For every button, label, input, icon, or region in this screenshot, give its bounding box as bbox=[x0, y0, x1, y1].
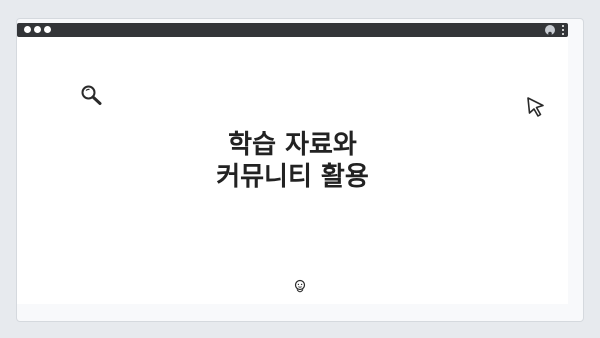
window-titlebar bbox=[17, 23, 568, 39]
slide-title: 학습 자료와 커뮤니티 활용 bbox=[17, 129, 568, 193]
user-icon[interactable] bbox=[545, 25, 555, 39]
minimize-window-button[interactable] bbox=[34, 26, 41, 33]
stage: 학습 자료와 커뮤니티 활용 bbox=[0, 0, 600, 338]
search-icon bbox=[80, 84, 104, 106]
slide-content: 학습 자료와 커뮤니티 활용 bbox=[17, 37, 568, 304]
face-icon bbox=[293, 279, 307, 295]
window-controls bbox=[24, 26, 51, 33]
close-window-button[interactable] bbox=[24, 26, 31, 33]
slide-title-line-1: 학습 자료와 bbox=[228, 130, 357, 160]
slide-title-line-2: 커뮤니티 활용 bbox=[216, 162, 369, 192]
maximize-window-button[interactable] bbox=[44, 26, 51, 33]
more-vertical-icon[interactable] bbox=[561, 25, 564, 35]
cursor-icon bbox=[525, 96, 547, 118]
